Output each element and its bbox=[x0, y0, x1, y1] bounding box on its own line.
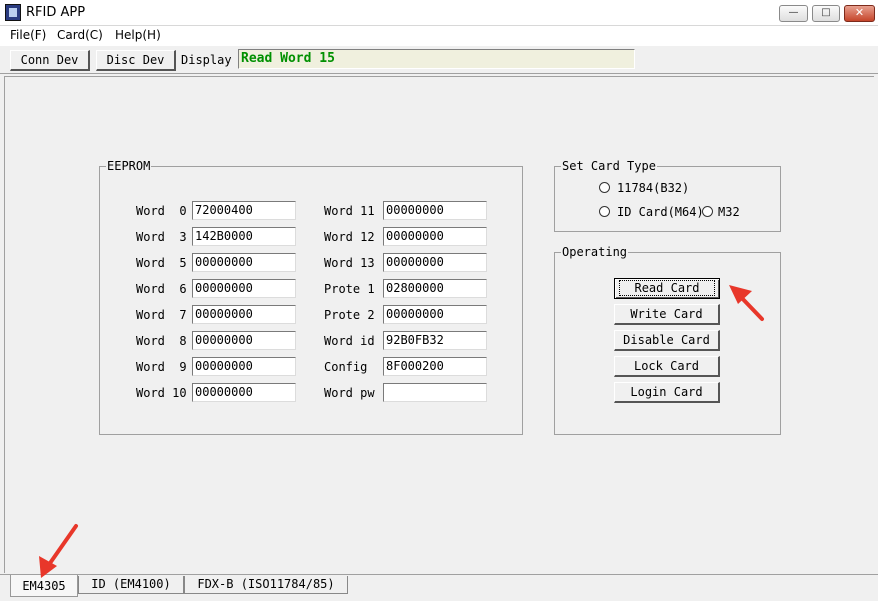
eeprom-left-label-6: Word 9 bbox=[136, 360, 187, 374]
maximize-icon: □ bbox=[821, 7, 831, 18]
eeprom-left-field-5[interactable]: 00000000 bbox=[192, 331, 296, 350]
minimize-button[interactable]: — bbox=[779, 5, 808, 22]
close-icon: ✕ bbox=[854, 6, 865, 19]
conn-dev-button[interactable]: Conn Dev bbox=[10, 50, 90, 71]
tab-fdx-b[interactable]: FDX-B (ISO11784/85) bbox=[184, 576, 348, 594]
eeprom-left-label-5: Word 8 bbox=[136, 334, 187, 348]
eeprom-left-label-3: Word 6 bbox=[136, 282, 187, 296]
write-card-button[interactable]: Write Card bbox=[614, 304, 720, 325]
title-bar: RFID APP — □ ✕ bbox=[0, 0, 878, 26]
eeprom-left-label-1: Word 3 bbox=[136, 230, 187, 244]
eeprom-right-field-6[interactable]: 8F000200 bbox=[383, 357, 487, 376]
radio-11784[interactable] bbox=[599, 182, 610, 193]
eeprom-right-label-3: Prote 1 bbox=[324, 282, 375, 296]
eeprom-right-label-1: Word 12 bbox=[324, 230, 375, 244]
menu-bar: File(F) Card(C) Help(H) bbox=[0, 26, 878, 46]
tab-em4305[interactable]: EM4305 bbox=[10, 575, 78, 597]
lock-card-button[interactable]: Lock Card bbox=[614, 356, 720, 377]
eeprom-left-label-7: Word 10 bbox=[136, 386, 187, 400]
eeprom-left-label-4: Word 7 bbox=[136, 308, 187, 322]
menu-file[interactable]: File(F) bbox=[10, 28, 46, 42]
eeprom-left-field-6[interactable]: 00000000 bbox=[192, 357, 296, 376]
eeprom-right-label-4: Prote 2 bbox=[324, 308, 375, 322]
eeprom-right-label-7: Word pw bbox=[324, 386, 375, 400]
eeprom-left-field-3[interactable]: 00000000 bbox=[192, 279, 296, 298]
eeprom-right-field-0[interactable]: 00000000 bbox=[383, 201, 487, 220]
app-icon bbox=[5, 4, 21, 21]
login-card-button[interactable]: Login Card bbox=[614, 382, 720, 403]
eeprom-left-field-7[interactable]: 00000000 bbox=[192, 383, 296, 402]
radio-m32-label: M32 bbox=[718, 205, 740, 219]
eeprom-right-label-2: Word 13 bbox=[324, 256, 375, 270]
tab-bar: EM4305 ID (EM4100) FDX-B (ISO11784/85) bbox=[0, 574, 878, 601]
eeprom-right-label-0: Word 11 bbox=[324, 204, 375, 218]
radio-11784-label: 11784(B32) bbox=[617, 181, 690, 195]
disable-card-button[interactable]: Disable Card bbox=[614, 330, 720, 351]
card-type-group: Set Card Type bbox=[554, 159, 781, 232]
eeprom-left-field-2[interactable]: 00000000 bbox=[192, 253, 296, 272]
disc-dev-button[interactable]: Disc Dev bbox=[96, 50, 176, 71]
eeprom-right-label-5: Word id bbox=[324, 334, 375, 348]
menu-help[interactable]: Help(H) bbox=[115, 28, 161, 42]
maximize-button[interactable]: □ bbox=[812, 5, 840, 22]
eeprom-left-field-4[interactable]: 00000000 bbox=[192, 305, 296, 324]
eeprom-right-field-1[interactable]: 00000000 bbox=[383, 227, 487, 246]
display-label: Display bbox=[181, 53, 232, 67]
display-field: Read Word 15 bbox=[238, 49, 635, 69]
toolbar: Conn Dev Disc Dev Display Read Word 15 bbox=[0, 46, 878, 74]
radio-m32[interactable] bbox=[702, 206, 713, 217]
eeprom-right-field-3[interactable]: 02800000 bbox=[383, 279, 487, 298]
read-card-button[interactable]: Read Card bbox=[614, 278, 720, 299]
eeprom-right-field-4[interactable]: 00000000 bbox=[383, 305, 487, 324]
operating-title: Operating bbox=[562, 245, 628, 259]
eeprom-title: EEPROM bbox=[107, 159, 151, 173]
eeprom-left-field-1[interactable]: 142B0000 bbox=[192, 227, 296, 246]
eeprom-left-label-2: Word 5 bbox=[136, 256, 187, 270]
eeprom-left-field-0[interactable]: 72000400 bbox=[192, 201, 296, 220]
window-title: RFID APP bbox=[26, 5, 86, 20]
radio-id-card-label: ID Card(M64) bbox=[617, 205, 704, 219]
radio-id-card[interactable] bbox=[599, 206, 610, 217]
eeprom-right-field-2[interactable]: 00000000 bbox=[383, 253, 487, 272]
eeprom-right-field-7[interactable] bbox=[383, 383, 487, 402]
tab-id-em4100[interactable]: ID (EM4100) bbox=[78, 576, 184, 594]
eeprom-right-label-6: Config bbox=[324, 360, 368, 374]
close-button[interactable]: ✕ bbox=[844, 5, 875, 22]
minimize-icon: — bbox=[788, 7, 799, 18]
eeprom-left-label-0: Word 0 bbox=[136, 204, 187, 218]
menu-card[interactable]: Card(C) bbox=[57, 28, 103, 42]
card-type-title: Set Card Type bbox=[562, 159, 656, 173]
read-card-label: Read Card bbox=[619, 280, 715, 296]
eeprom-right-field-5[interactable]: 92B0FB32 bbox=[383, 331, 487, 350]
